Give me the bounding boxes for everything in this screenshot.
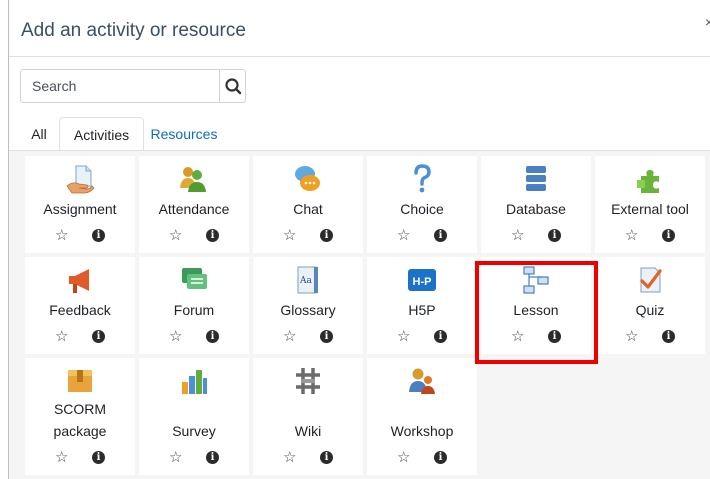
star-icon[interactable]: ☆ (397, 450, 410, 466)
star-icon[interactable]: ☆ (283, 329, 296, 345)
tile-lesson[interactable]: Lesson ☆ i (481, 257, 591, 354)
tile-label-line2: package (53, 423, 107, 439)
info-icon[interactable]: i (662, 330, 675, 343)
h5p-badge-text: H-P (413, 276, 432, 288)
star-icon[interactable]: ☆ (169, 329, 182, 345)
info-icon[interactable]: i (206, 330, 219, 343)
info-icon[interactable]: i (92, 229, 105, 242)
tile-label-line1: SCORM (53, 401, 107, 417)
star-icon[interactable]: ☆ (511, 228, 524, 244)
tile-label: Attendance (158, 201, 230, 217)
tile-h5p[interactable]: H-P H5P ☆ i (367, 257, 477, 354)
tab-all[interactable]: All (20, 117, 58, 151)
survey-icon (182, 370, 207, 394)
tile-feedback[interactable]: Feedback ☆ i (25, 257, 135, 354)
tile-label: Survey (172, 423, 216, 439)
info-icon[interactable]: i (434, 229, 447, 242)
info-icon[interactable]: i (548, 229, 561, 242)
star-icon[interactable]: ☆ (397, 228, 410, 244)
choice-icon (414, 164, 431, 193)
info-icon[interactable]: i (206, 229, 219, 242)
info-icon[interactable]: i (320, 451, 333, 464)
tile-label: Assignment (43, 201, 117, 217)
star-icon[interactable]: ☆ (283, 450, 296, 466)
feedback-icon (69, 269, 89, 293)
star-icon[interactable]: ☆ (55, 228, 68, 244)
search-button[interactable] (219, 70, 246, 102)
star-icon[interactable]: ☆ (397, 329, 410, 345)
tile-chat[interactable]: Chat ☆ i (253, 156, 363, 253)
lesson-icon (523, 266, 549, 294)
tile-assignment[interactable]: Assignment ☆ i (25, 156, 135, 253)
svg-text:Aa: Aa (299, 276, 312, 286)
tile-label: Forum (173, 302, 215, 318)
glossary-icon: Aa (297, 266, 318, 294)
header-divider (9, 56, 710, 57)
tile-label: Feedback (49, 302, 111, 318)
assignment-icon (66, 165, 95, 194)
tile-label: Database (506, 201, 566, 217)
workshop-icon (409, 368, 435, 394)
scorm-icon (68, 370, 92, 392)
tile-quiz[interactable]: Quiz ☆ i (595, 257, 705, 354)
tile-label: Choice (400, 201, 444, 217)
star-icon[interactable]: ☆ (169, 228, 182, 244)
tile-label: Chat (293, 201, 323, 217)
tile-choice[interactable]: Choice ☆ i (367, 156, 477, 253)
tile-label: Quiz (635, 302, 665, 318)
tile-attendance[interactable]: Attendance ☆ i (139, 156, 249, 253)
info-icon[interactable]: i (434, 330, 447, 343)
star-icon[interactable]: ☆ (55, 329, 68, 345)
forum-icon (182, 268, 207, 289)
quiz-icon (640, 267, 662, 293)
h5p-icon: H-P (408, 269, 436, 291)
info-icon[interactable]: i (320, 229, 333, 242)
tab-activities[interactable]: Activities (59, 117, 144, 151)
tile-database[interactable]: Database ☆ i (481, 156, 591, 253)
star-icon[interactable]: ☆ (511, 329, 524, 345)
tab-resources[interactable]: Resources (145, 117, 223, 151)
search-icon (225, 78, 242, 95)
info-icon[interactable]: i (92, 330, 105, 343)
info-icon[interactable]: i (662, 229, 675, 242)
activity-grid: Assignment ☆ i Attendance ☆ i Chat ☆ i C… (9, 151, 710, 479)
dialog-title: Add an activity or resource (21, 20, 246, 41)
info-icon[interactable]: i (548, 330, 561, 343)
activity-chooser-dialog: Add an activity or resource × All Activi… (9, 0, 710, 479)
attendance-icon (180, 167, 206, 192)
info-icon[interactable]: i (434, 451, 447, 464)
tile-wiki[interactable]: Wiki ☆ i (253, 358, 363, 475)
external-tool-icon (637, 170, 659, 193)
chat-icon (295, 166, 320, 191)
tile-scorm-package[interactable]: SCORM package ☆ i (25, 358, 135, 475)
search-box (20, 69, 246, 103)
search-input[interactable] (21, 70, 209, 102)
wiki-icon (296, 368, 320, 394)
tile-label: Lesson (513, 302, 559, 318)
tile-label: H5P (408, 302, 436, 318)
star-icon[interactable]: ☆ (283, 228, 296, 244)
info-icon[interactable]: i (92, 451, 105, 464)
star-icon[interactable]: ☆ (625, 329, 638, 345)
tile-external-tool[interactable]: External tool ☆ i (595, 156, 705, 253)
tile-survey[interactable]: Survey ☆ i (139, 358, 249, 475)
tile-glossary[interactable]: Aa Glossary ☆ i (253, 257, 363, 354)
database-icon (526, 166, 546, 191)
star-icon[interactable]: ☆ (55, 450, 68, 466)
tile-label: Glossary (280, 302, 336, 318)
star-icon[interactable]: ☆ (169, 450, 182, 466)
info-icon[interactable]: i (206, 451, 219, 464)
close-button[interactable]: × (705, 14, 710, 30)
tile-forum[interactable]: Forum ☆ i (139, 257, 249, 354)
tile-workshop[interactable]: Workshop ☆ i (367, 358, 477, 475)
info-icon[interactable]: i (320, 330, 333, 343)
tile-label: Wiki (294, 423, 322, 439)
tile-label: External tool (611, 201, 689, 217)
star-icon[interactable]: ☆ (625, 228, 638, 244)
tile-label: Workshop (390, 423, 454, 439)
